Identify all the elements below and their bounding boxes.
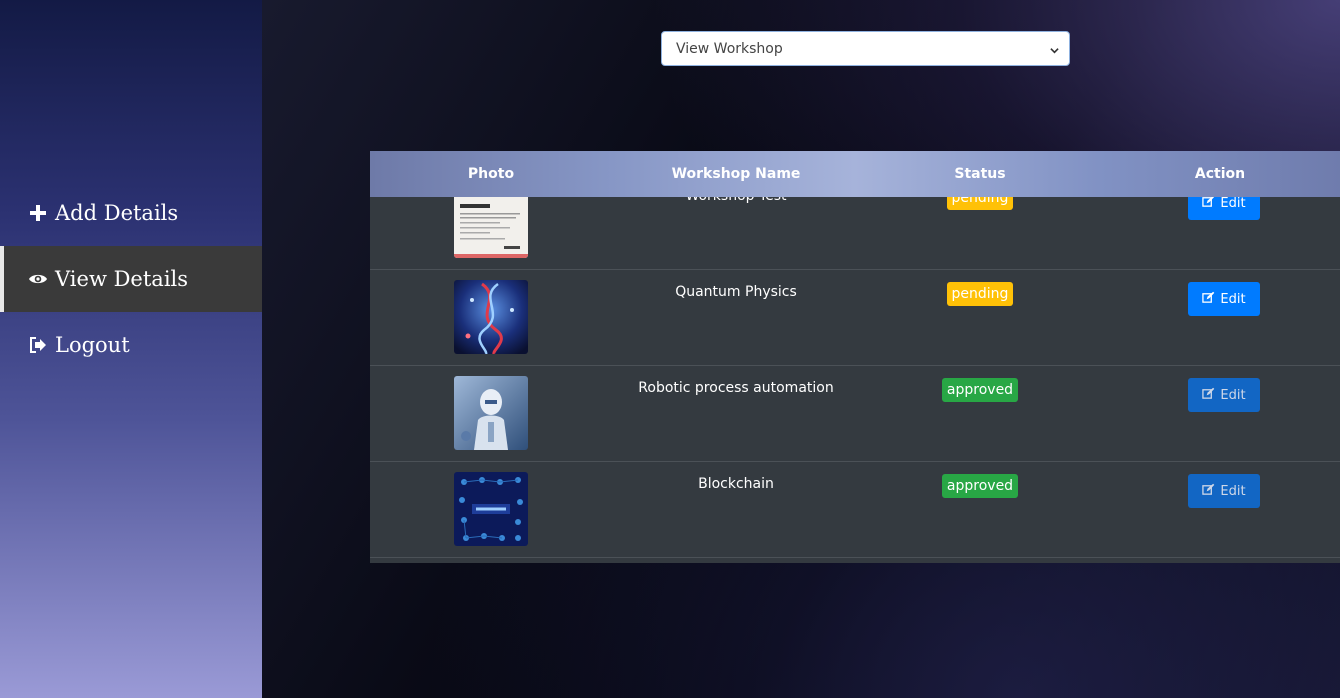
sidebar-nav: Add Details View Details Logout — [0, 180, 262, 378]
column-header-action: Action — [1194, 166, 1246, 182]
status-cell: pending — [930, 282, 1030, 306]
edit-icon — [1202, 291, 1215, 308]
edit-button-label: Edit — [1220, 291, 1246, 307]
sidebar-item-view-details[interactable]: View Details — [0, 246, 262, 312]
workshop-name: Robotic process automation — [638, 380, 834, 396]
action-cell: Edit — [1188, 378, 1260, 412]
workshop-name: Quantum Physics — [675, 284, 797, 300]
view-select-value: View Workshop — [676, 40, 783, 57]
sidebar-item-label: View Details — [55, 267, 189, 291]
edit-icon — [1202, 387, 1215, 404]
sidebar-item-logout[interactable]: Logout — [0, 312, 262, 378]
workshop-photo — [454, 472, 528, 546]
workshop-table: Photo Workshop Name Status Action pendin… — [370, 151, 1340, 563]
edit-button-label: Edit — [1220, 195, 1246, 211]
eye-icon — [28, 269, 48, 289]
logout-icon — [28, 335, 48, 355]
chevron-down-icon — [1050, 43, 1059, 59]
edit-button[interactable]: Edit — [1188, 474, 1260, 508]
column-header-photo: Photo — [467, 166, 515, 182]
table-row: Blockchain approved Edit — [370, 462, 1340, 558]
edit-button[interactable]: Edit — [1188, 282, 1260, 316]
edit-button[interactable]: Edit — [1188, 378, 1260, 412]
workshop-name: Blockchain — [698, 476, 774, 492]
status-cell: approved — [930, 474, 1030, 498]
sidebar-item-label: Add Details — [55, 201, 179, 225]
action-cell: Edit — [1188, 282, 1260, 316]
sidebar-item-label: Logout — [55, 333, 130, 357]
plus-icon — [28, 203, 48, 223]
column-header-status: Status — [954, 166, 1006, 182]
edit-button-label: Edit — [1220, 387, 1246, 403]
table-row: Quantum Physics pending Edit — [370, 270, 1340, 366]
sidebar-item-add-details[interactable]: Add Details — [0, 180, 262, 246]
table-header: Photo Workshop Name Status Action — [370, 151, 1340, 197]
action-cell: Edit — [1188, 474, 1260, 508]
workshop-photo — [454, 376, 528, 450]
edit-icon — [1202, 195, 1215, 212]
edit-button-label: Edit — [1220, 483, 1246, 499]
view-select[interactable]: View Workshop — [661, 31, 1070, 66]
workshop-photo — [454, 280, 528, 354]
status-badge: pending — [946, 282, 1014, 306]
column-header-workshop-name: Workshop Name — [671, 166, 801, 182]
status-badge: approved — [941, 378, 1019, 402]
status-badge: approved — [941, 474, 1019, 498]
sidebar: Add Details View Details Logout — [0, 0, 262, 698]
edit-icon — [1202, 483, 1215, 500]
table-row: Robotic process automation approved Edit — [370, 366, 1340, 462]
status-cell: approved — [930, 378, 1030, 402]
